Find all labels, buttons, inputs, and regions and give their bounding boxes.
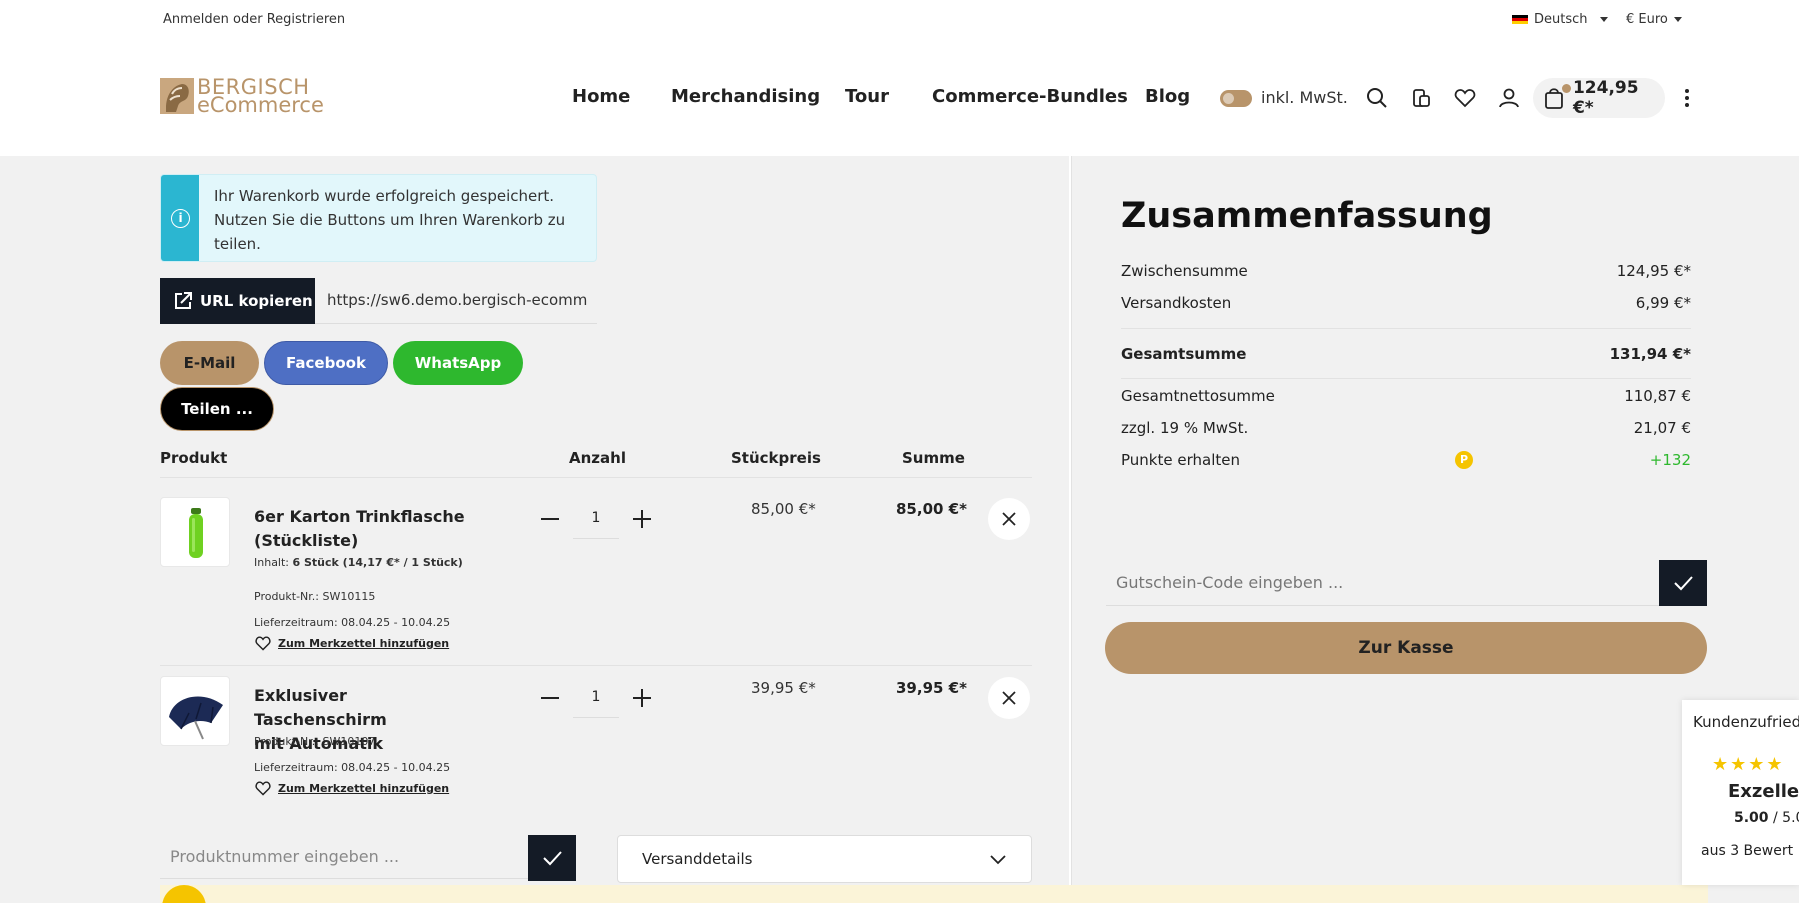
summary-net-row: Gesamtnettosumme 110,87 € (1121, 387, 1691, 405)
customer-rating-widget[interactable]: Kundenzufried ★★★★ Exzellen 5.00 / 5.0 a… (1682, 700, 1799, 885)
add-to-wishlist-link[interactable]: Zum Merkzettel hinzufügen (254, 780, 449, 796)
tax-toggle-label: inkl. MwSt. (1261, 88, 1348, 107)
chevron-down-icon (1673, 17, 1682, 22)
chevron-down-icon (1599, 17, 1608, 22)
col-header-sum: Summe (902, 449, 965, 467)
qty-decrease-button[interactable] (538, 507, 562, 531)
notice-text: Ihr Warenkorb wurde erfolgreich gespeich… (214, 187, 566, 253)
unit-price: 85,00 €* (751, 500, 816, 518)
logo[interactable]: BERGISCH eCommerce (160, 77, 324, 117)
divider (1121, 328, 1691, 329)
chevron-down-icon (990, 855, 1006, 865)
currency-label: € Euro (1626, 12, 1668, 27)
nav-home[interactable]: Home (572, 86, 630, 107)
coupon-submit-button[interactable] (1659, 560, 1707, 606)
more-vertical-icon[interactable] (1675, 86, 1699, 110)
language-select[interactable]: Deutsch (1512, 12, 1608, 27)
unit-price: 39,95 €* (751, 679, 816, 697)
share-facebook-button[interactable]: Facebook (264, 341, 388, 385)
remove-item-button[interactable] (988, 498, 1030, 540)
points-badge-icon (162, 885, 206, 903)
close-icon (1002, 512, 1016, 526)
german-flag-icon (1512, 14, 1528, 25)
nav-commerce-bundles[interactable]: Commerce-Bundles (932, 86, 1128, 107)
language-label: Deutsch (1534, 12, 1588, 27)
cart-button[interactable]: 124,95 €* (1533, 78, 1665, 118)
remove-item-button[interactable] (988, 677, 1030, 719)
qty-input[interactable]: 1 (573, 499, 619, 539)
wishlist-heart-icon[interactable] (1453, 86, 1477, 110)
product-sku: Produkt-Nr.: SW10115 (254, 590, 376, 603)
tax-toggle[interactable] (1220, 90, 1252, 107)
check-icon (1674, 576, 1693, 591)
info-icon: i (171, 209, 190, 228)
add-to-wishlist-link[interactable]: Zum Merkzettel hinzufügen (254, 635, 449, 651)
copy-url-button[interactable]: URL kopieren (160, 278, 315, 324)
qty-increase-button[interactable] (630, 686, 654, 710)
divider (160, 477, 1032, 478)
product-sku: Produkt-Nr.: SW10107 (254, 735, 376, 748)
info-notice: i Ihr Warenkorb wurde erfolgreich gespei… (160, 174, 597, 262)
summary-vat-row: zzgl. 19 % MwSt. 21,07 € (1121, 419, 1691, 437)
shipping-details-label: Versanddetails (642, 850, 753, 868)
account-icon[interactable] (1497, 86, 1521, 110)
rating-reviews: aus 3 Bewert (1701, 843, 1794, 859)
product-number-submit-button[interactable] (528, 835, 576, 881)
qty-input[interactable]: 1 (573, 678, 619, 718)
logo-line2: eCommerce (197, 93, 324, 117)
product-number-input[interactable]: Produktnummer eingeben ... (160, 835, 528, 879)
divider (1121, 378, 1691, 379)
rating-word: Exzellen (1728, 781, 1799, 802)
cart-indicator-dot (1562, 84, 1571, 93)
share-more-button[interactable]: Teilen ... (160, 387, 274, 431)
nav-tour[interactable]: Tour (845, 86, 889, 107)
search-icon[interactable] (1365, 86, 1389, 110)
heart-icon (255, 636, 271, 651)
product-content: Inhalt: 6 Stück (14,17 €* / 1 Stück) (254, 556, 463, 569)
heart-icon (255, 781, 271, 796)
login-link[interactable]: Anmelden oder Registrieren (163, 12, 345, 27)
widget-title: Kundenzufried (1693, 713, 1799, 731)
col-header-qty: Anzahl (569, 449, 626, 467)
copy-url-label: URL kopieren (200, 292, 313, 310)
share-email-button[interactable]: E-Mail (160, 341, 259, 385)
points-banner (160, 885, 1708, 903)
logo-text: BERGISCH eCommerce (197, 77, 324, 117)
summary-title: Zusammenfassung (1121, 196, 1493, 236)
product-image-umbrella[interactable] (160, 676, 230, 746)
cart-total: 124,95 €* (1572, 78, 1639, 118)
summary-shipping-row: Versandkosten 6,99 €* (1121, 294, 1691, 312)
product-image-bottle[interactable] (160, 497, 230, 567)
top-bar: Anmelden oder Registrieren Deutsch € Eur… (0, 0, 1799, 40)
coupon-input[interactable]: Gutschein-Code eingeben ... (1106, 560, 1659, 606)
product-name[interactable]: 6er Karton Trinkflasche (Stückliste) (254, 505, 484, 553)
qty-decrease-button[interactable] (538, 686, 562, 710)
external-link-icon (175, 292, 192, 309)
line-sum: 39,95 €* (896, 679, 967, 697)
points-icon: P (1455, 451, 1473, 469)
product-delivery: Lieferzeitraum: 08.04.25 - 10.04.25 (254, 761, 451, 774)
shipping-details-dropdown[interactable]: Versanddetails (617, 835, 1032, 883)
currency-select[interactable]: € Euro (1626, 12, 1682, 27)
qty-increase-button[interactable] (630, 507, 654, 531)
check-icon (543, 851, 562, 866)
checkout-button[interactable]: Zur Kasse (1105, 622, 1707, 674)
share-whatsapp-button[interactable]: WhatsApp (393, 341, 523, 385)
rating-stars: ★★★★ (1712, 754, 1785, 775)
summary-points-row: Punkte erhalten P +132 (1121, 451, 1691, 469)
divider (160, 665, 1032, 666)
rating-score: 5.00 / 5.0 (1734, 810, 1799, 826)
close-icon (1002, 691, 1016, 705)
nav-merchandising[interactable]: Merchandising (671, 86, 820, 107)
share-url-field[interactable]: https://sw6.demo.bergisch-ecomm (315, 278, 597, 324)
compare-icon[interactable] (1409, 86, 1433, 110)
product-delivery: Lieferzeitraum: 08.04.25 - 10.04.25 (254, 616, 451, 629)
summary-subtotal-row: Zwischensumme 124,95 €* (1121, 262, 1691, 280)
lion-logo-icon (160, 78, 194, 114)
line-sum: 85,00 €* (896, 500, 967, 518)
summary-total-row: Gesamtsumme 131,94 €* (1121, 345, 1691, 363)
nav-blog[interactable]: Blog (1145, 86, 1190, 107)
col-header-unit-price: Stückpreis (731, 449, 821, 467)
col-header-product: Produkt (160, 449, 228, 467)
